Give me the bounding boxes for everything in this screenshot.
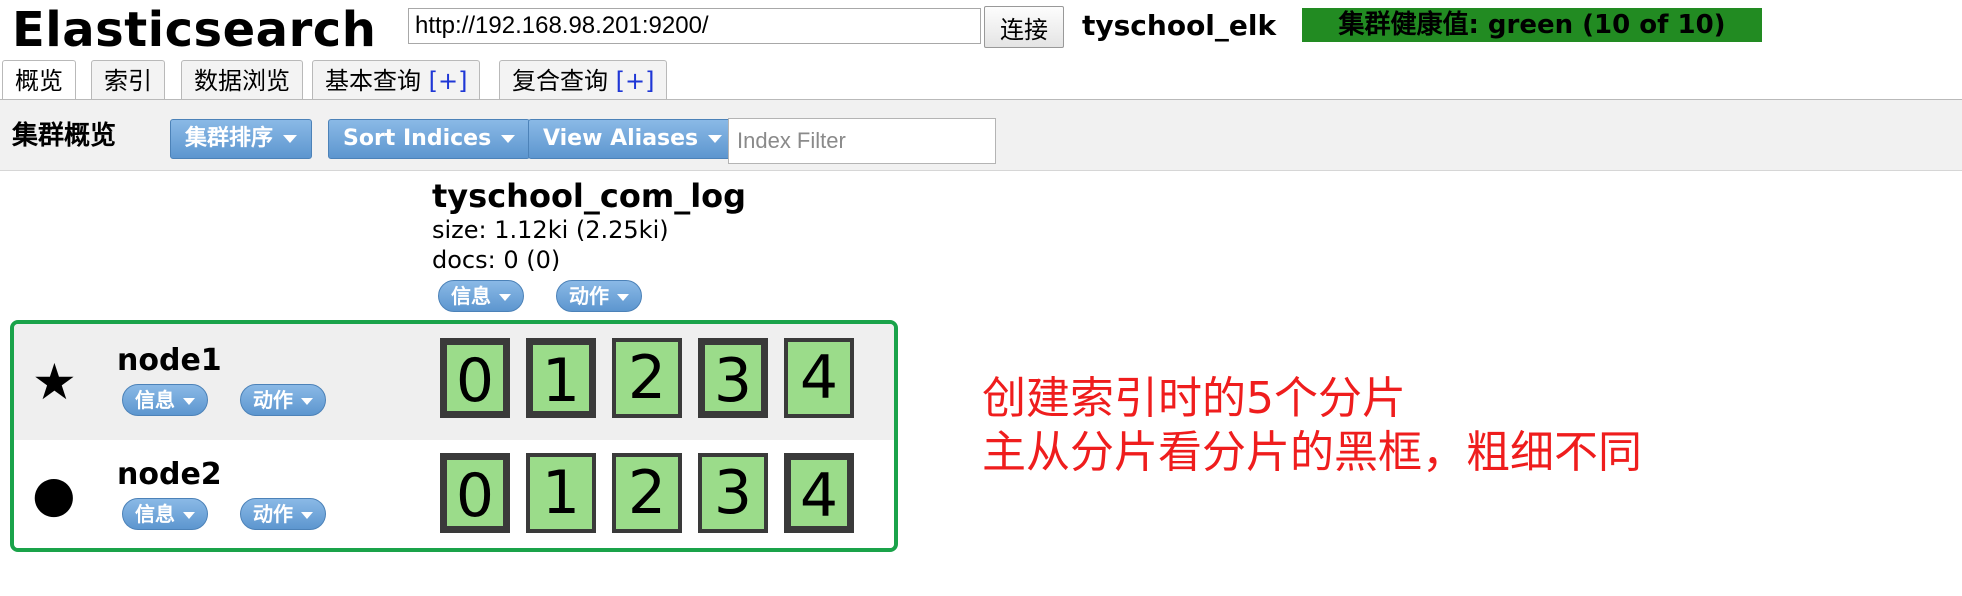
shard-tile[interactable]: 4 bbox=[784, 453, 854, 533]
app-title: Elasticsearch bbox=[12, 2, 377, 58]
index-name: tyschool_com_log bbox=[432, 177, 747, 215]
shard-tile[interactable]: 3 bbox=[698, 453, 768, 533]
tab-label: 复合查询 bbox=[512, 67, 608, 95]
shard-tile[interactable]: 4 bbox=[784, 338, 854, 418]
tab-label: 索引 bbox=[104, 67, 152, 95]
tab-label: 概览 bbox=[15, 67, 63, 95]
tab-indices[interactable]: 索引 bbox=[91, 60, 165, 100]
tab-overview[interactable]: 概览 bbox=[2, 60, 76, 101]
annotation-line: 主从分片看分片的黑框，粗细不同 bbox=[982, 427, 1642, 478]
index-info-button[interactable]: 信息 bbox=[438, 280, 524, 312]
circle-icon: ● bbox=[32, 465, 76, 523]
shard-tile[interactable]: 1 bbox=[526, 338, 596, 418]
tab-basic-query[interactable]: 基本查询 [+] bbox=[312, 60, 481, 100]
button-label: 动作 bbox=[253, 502, 293, 526]
caret-down-icon bbox=[183, 398, 195, 405]
annotation-line: 创建索引时的5个分片 bbox=[982, 373, 1406, 424]
caret-down-icon bbox=[301, 512, 313, 519]
button-label: 信息 bbox=[451, 284, 491, 308]
button-label: Sort Indices bbox=[343, 126, 492, 151]
shard-tile[interactable]: 2 bbox=[612, 338, 682, 418]
shard-tile[interactable]: 1 bbox=[526, 453, 596, 533]
star-icon: ★ bbox=[32, 353, 77, 411]
caret-down-icon bbox=[499, 294, 511, 301]
button-label: 信息 bbox=[135, 388, 175, 412]
node-row: ● node2 信息 动作 0 1 2 3 4 bbox=[14, 440, 894, 548]
caret-down-icon bbox=[501, 135, 516, 143]
tab-label: 数据浏览 bbox=[194, 67, 290, 95]
tab-browser[interactable]: 数据浏览 bbox=[181, 60, 303, 100]
button-label: View Aliases bbox=[543, 126, 699, 151]
node-action-button[interactable]: 动作 bbox=[240, 498, 326, 530]
cluster-name: tyschool_elk bbox=[1082, 9, 1277, 42]
caret-down-icon bbox=[183, 512, 195, 519]
connect-button[interactable]: 连接 bbox=[984, 6, 1064, 48]
shard-tile[interactable]: 0 bbox=[440, 338, 510, 418]
button-label: 信息 bbox=[135, 502, 175, 526]
node-action-button[interactable]: 动作 bbox=[240, 384, 326, 416]
index-action-button[interactable]: 动作 bbox=[556, 280, 642, 312]
shard-tile[interactable]: 2 bbox=[612, 453, 682, 533]
index-docs: docs: 0 (0) bbox=[432, 246, 561, 274]
index-size: size: 1.12ki (2.25ki) bbox=[432, 216, 669, 244]
tab-compound-query[interactable]: 复合查询 [+] bbox=[499, 60, 668, 100]
caret-down-icon bbox=[301, 398, 313, 405]
view-aliases-button[interactable]: View Aliases bbox=[528, 119, 738, 159]
cluster-health-badge: 集群健康值: green (10 of 10) bbox=[1302, 8, 1762, 42]
node-row: ★ node1 信息 动作 0 1 2 3 4 bbox=[14, 324, 894, 440]
node-info-button[interactable]: 信息 bbox=[122, 384, 208, 416]
sort-indices-button[interactable]: Sort Indices bbox=[328, 119, 531, 159]
shard-tile[interactable]: 3 bbox=[698, 338, 768, 418]
button-label: 集群排序 bbox=[185, 126, 274, 151]
tab-add-link[interactable]: [+] bbox=[616, 67, 655, 95]
shard-tile[interactable]: 0 bbox=[440, 453, 510, 533]
button-label: 动作 bbox=[253, 388, 293, 412]
node-name: node1 bbox=[117, 343, 222, 378]
caret-down-icon bbox=[283, 135, 298, 143]
sort-cluster-button[interactable]: 集群排序 bbox=[170, 119, 313, 159]
node-name: node2 bbox=[117, 457, 222, 492]
server-url-input[interactable] bbox=[408, 8, 981, 44]
button-label: 动作 bbox=[569, 284, 609, 308]
tab-label: 基本查询 bbox=[325, 67, 421, 95]
annotation-note: 创建索引时的5个分片 主从分片看分片的黑框，粗细不同 bbox=[982, 372, 1642, 480]
tab-add-link[interactable]: [+] bbox=[429, 67, 468, 95]
node-info-button[interactable]: 信息 bbox=[122, 498, 208, 530]
node-table-highlight: ★ node1 信息 动作 0 1 2 3 4 ● node2 信息 动作 0 … bbox=[10, 320, 898, 552]
index-filter-input[interactable] bbox=[728, 118, 996, 164]
caret-down-icon bbox=[708, 135, 723, 143]
toolbar-title: 集群概览 bbox=[12, 121, 117, 151]
caret-down-icon bbox=[617, 294, 629, 301]
